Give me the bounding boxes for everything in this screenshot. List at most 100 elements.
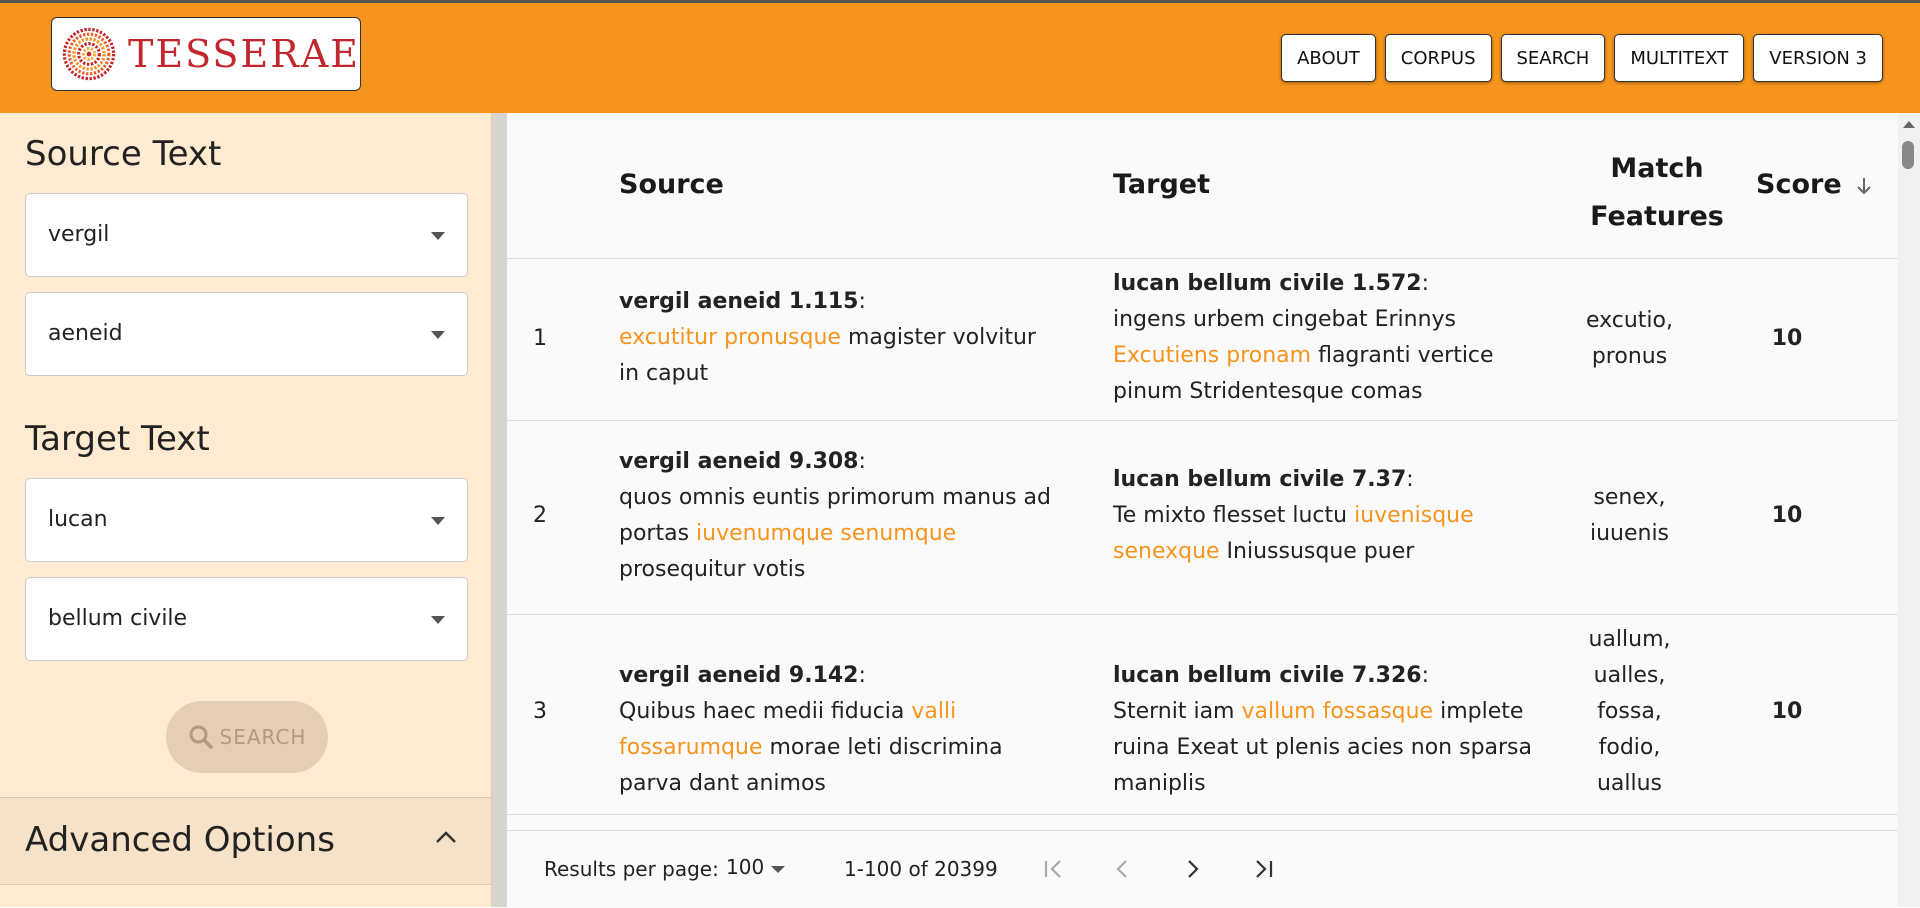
mosaic-logo-icon	[62, 27, 116, 81]
column-header-source[interactable]: Source	[619, 169, 724, 200]
score-value: 10	[1771, 326, 1803, 351]
source-cell: vergil aeneid 9.308: quos omnis euntis p…	[619, 449, 1051, 582]
feature-word: iuuenis	[1589, 521, 1670, 546]
source-citation: vergil aeneid 1.115	[619, 289, 859, 314]
results-range: 1-100 of 20399	[844, 857, 998, 881]
match-features-cell: uallum, ualles, fossa, fodio, uallus	[1552, 622, 1707, 802]
target-work-value: bellum civile	[48, 606, 188, 631]
column-header-match-features[interactable]: Match Features	[1582, 145, 1732, 241]
feature-word: fodio,	[1598, 735, 1661, 760]
search-button[interactable]: SEARCH	[166, 701, 328, 773]
target-citation: lucan bellum civile 7.326	[1113, 663, 1422, 688]
source-work-value: aeneid	[48, 321, 123, 346]
source-text: Quibus haec medii fiducia	[619, 699, 912, 724]
search-icon	[189, 725, 213, 749]
top-nav: ABOUT CORPUS SEARCH MULTITEXT VERSION 3	[1281, 34, 1883, 82]
first-page-icon	[1044, 860, 1061, 878]
row-index: 1	[533, 326, 547, 351]
target-cell: lucan bellum civile 7.326: Sternit iam v…	[1113, 663, 1532, 796]
scroll-up-arrow-icon[interactable]	[1903, 121, 1915, 128]
first-page-button[interactable]	[1036, 851, 1072, 887]
chevron-down-icon	[431, 331, 445, 339]
row-index: 2	[533, 503, 547, 528]
match-features-line2: Features	[1590, 201, 1724, 232]
target-text: Te mixto flesset luctu	[1113, 503, 1355, 528]
target-match-text: Excutiens pronam	[1113, 343, 1312, 368]
nav-search-button[interactable]: SEARCH	[1500, 34, 1606, 82]
chevron-down-icon	[431, 232, 445, 240]
target-match-text: vallum fossasque	[1241, 699, 1434, 724]
last-page-button[interactable]	[1245, 851, 1281, 887]
pagination-footer: Results per page: 100 1-100 of 20399	[507, 830, 1898, 908]
search-sidebar: Source Text vergil aeneid Target Text lu…	[0, 113, 492, 907]
top-border	[0, 0, 1920, 3]
chevron-right-icon	[1188, 860, 1199, 878]
source-work-select[interactable]: aeneid	[25, 292, 468, 376]
last-page-icon	[1256, 860, 1273, 878]
tesserae-logo[interactable]: TESSERAE	[51, 17, 361, 91]
advanced-options-heading: Advanced Options	[25, 820, 335, 860]
target-text-heading: Target Text	[25, 419, 210, 459]
source-author-value: vergil	[48, 222, 110, 247]
target-citation: lucan bellum civile 7.37	[1113, 467, 1407, 492]
results-table: Source Target Match Features Score 1 ver…	[507, 113, 1898, 907]
scrollbar-thumb[interactable]	[1902, 141, 1914, 169]
table-header: Source Target Match Features Score	[507, 113, 1898, 259]
column-header-target[interactable]: Target	[1113, 169, 1210, 200]
search-button-label: SEARCH	[219, 725, 307, 749]
advanced-options-panel[interactable]: Advanced Options	[0, 797, 491, 885]
feature-word: fossa,	[1597, 699, 1662, 724]
target-cell: lucan bellum civile 1.572: ingens urbem …	[1113, 271, 1494, 404]
table-row[interactable]: 1 vergil aeneid 1.115: excutitur pronusq…	[507, 258, 1898, 421]
table-row[interactable]: 2 vergil aeneid 9.308: quos omnis euntis…	[507, 420, 1898, 615]
target-author-value: lucan	[48, 507, 108, 532]
score-value: 10	[1771, 699, 1803, 724]
next-page-button[interactable]	[1175, 851, 1211, 887]
target-text: ingens urbem cingebat Erinnys	[1113, 307, 1457, 332]
target-text: Sternit iam	[1113, 699, 1242, 724]
match-features-cell: senex, iuuenis	[1552, 480, 1707, 552]
source-text-heading: Source Text	[25, 134, 222, 174]
feature-word: uallus	[1596, 771, 1663, 796]
chevron-up-icon[interactable]	[435, 830, 457, 844]
previous-page-button[interactable]	[1104, 851, 1140, 887]
logo-text: TESSERAE	[127, 32, 360, 76]
match-features-cell: excutio, pronus	[1552, 303, 1707, 375]
source-cell: vergil aeneid 9.142: Quibus haec medii f…	[619, 663, 1003, 796]
source-citation: vergil aeneid 9.142	[619, 663, 859, 688]
target-citation: lucan bellum civile 1.572	[1113, 271, 1422, 296]
target-cell: lucan bellum civile 7.37: Te mixto fless…	[1113, 467, 1474, 564]
results-per-page-select[interactable]: 100	[726, 855, 764, 879]
app-header: TESSERAE ABOUT CORPUS SEARCH MULTITEXT V…	[0, 0, 1920, 113]
source-author-select[interactable]: vergil	[25, 193, 468, 277]
chevron-down-icon	[431, 616, 445, 624]
score-value: 10	[1771, 503, 1803, 528]
feature-word: excutio,	[1585, 308, 1673, 333]
results-scrollbar[interactable]	[1898, 113, 1920, 907]
feature-word: pronus	[1591, 344, 1668, 369]
panel-divider[interactable]	[492, 113, 507, 907]
source-cell: vergil aeneid 1.115: excutitur pronusque…	[619, 289, 1036, 386]
source-match-text: excutitur pronusque	[619, 325, 841, 350]
target-work-select[interactable]: bellum civile	[25, 577, 468, 661]
arrow-down-sort-icon	[1857, 177, 1871, 194]
source-text: prosequitur votis	[619, 557, 806, 582]
source-citation: vergil aeneid 9.308	[619, 449, 859, 474]
nav-corpus-button[interactable]: CORPUS	[1384, 34, 1492, 82]
feature-word: uallum,	[1588, 627, 1671, 652]
column-header-score[interactable]: Score	[1756, 169, 1873, 200]
feature-word: senex,	[1593, 485, 1666, 510]
nav-about-button[interactable]: ABOUT	[1281, 34, 1376, 82]
table-row[interactable]: 3 vergil aeneid 9.142: Quibus haec medii…	[507, 614, 1898, 815]
target-text: Iniussusque puer	[1219, 539, 1415, 564]
score-header-label: Score	[1756, 169, 1842, 200]
results-per-page-label: Results per page:	[544, 857, 719, 881]
match-features-line1: Match	[1610, 153, 1704, 184]
source-match-text: iuvenumque senumque	[696, 521, 957, 546]
nav-version-button[interactable]: VERSION 3	[1753, 34, 1883, 82]
nav-multitext-button[interactable]: MULTITEXT	[1614, 34, 1745, 82]
chevron-down-icon[interactable]	[771, 866, 785, 873]
target-author-select[interactable]: lucan	[25, 478, 468, 562]
row-index: 3	[533, 699, 547, 724]
chevron-down-icon	[431, 517, 445, 525]
